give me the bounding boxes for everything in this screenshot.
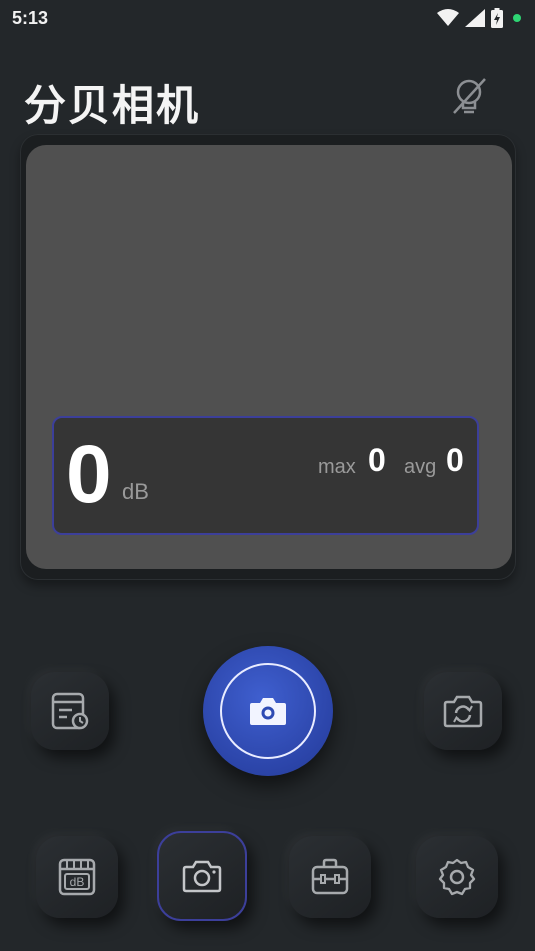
app-title: 分贝相机 bbox=[24, 81, 201, 130]
history-button[interactable] bbox=[31, 672, 109, 750]
nav-toolbox[interactable] bbox=[289, 836, 371, 918]
max-label: max bbox=[318, 456, 356, 478]
avg-label: avg bbox=[404, 456, 437, 478]
wifi-icon bbox=[437, 9, 459, 26]
camera-icon bbox=[250, 698, 286, 725]
status-icons bbox=[437, 8, 521, 28]
battery-charging-icon bbox=[491, 8, 503, 28]
avg-value: 0 bbox=[446, 442, 464, 478]
decibel-meter-icon: dB bbox=[58, 858, 96, 896]
status-time: 5:13 bbox=[12, 8, 49, 28]
shutter-button[interactable] bbox=[203, 646, 333, 776]
flash-toggle-button[interactable] bbox=[446, 73, 492, 119]
decibel-value: 0 bbox=[66, 429, 112, 520]
shutter-ring bbox=[220, 663, 316, 759]
switch-camera-button[interactable] bbox=[424, 672, 502, 750]
decibel-unit: dB bbox=[122, 479, 149, 504]
flash-off-icon bbox=[453, 78, 486, 114]
decibel-readout-panel: 0 dB max 0 avg 0 bbox=[52, 416, 479, 535]
signal-icon bbox=[465, 9, 485, 27]
nav-settings[interactable] bbox=[416, 836, 498, 918]
nav-decibel-meter[interactable]: dB bbox=[36, 836, 118, 918]
settings-icon bbox=[438, 858, 476, 896]
status-bar: 5:13 bbox=[0, 0, 535, 36]
nav-camera[interactable] bbox=[157, 831, 247, 921]
toolbox-icon bbox=[311, 858, 349, 895]
notification-dot bbox=[513, 14, 521, 22]
switch-camera-icon bbox=[443, 695, 483, 728]
max-value: 0 bbox=[368, 442, 386, 478]
svg-text:dB: dB bbox=[70, 875, 85, 889]
history-icon bbox=[51, 692, 89, 730]
camera-icon bbox=[182, 860, 222, 893]
